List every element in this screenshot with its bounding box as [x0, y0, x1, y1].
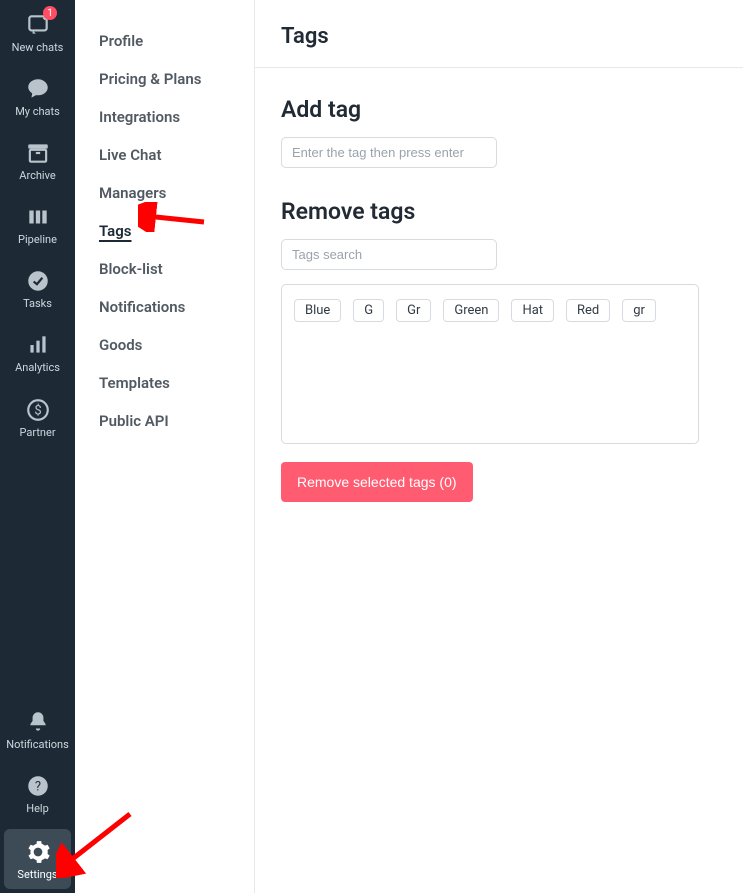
rail-label: New chats: [12, 42, 64, 54]
rail-label: Help: [26, 803, 49, 815]
rail-label: Settings: [17, 869, 57, 881]
tag-chip[interactable]: gr: [622, 299, 656, 322]
tags-container: Blue G Gr Green Hat Red gr: [281, 284, 699, 444]
submenu-item-integrations[interactable]: Integrations: [99, 98, 254, 136]
add-tag-input[interactable]: [281, 137, 497, 168]
add-tag-title: Add tag: [281, 96, 699, 123]
rail-item-pipeline[interactable]: Pipeline: [0, 192, 75, 256]
rail-item-notifications[interactable]: Notifications: [0, 697, 75, 761]
rail-label: Pipeline: [18, 234, 57, 246]
rail-item-archive[interactable]: Archive: [0, 128, 75, 192]
bell-icon: [25, 709, 51, 735]
nav-rail-bottom: Notifications ? Help Settings: [0, 697, 75, 893]
tag-chip[interactable]: Blue: [294, 299, 341, 322]
svg-text:$: $: [34, 403, 41, 418]
rail-label: Archive: [19, 170, 55, 182]
speech-bubble-icon: [25, 76, 51, 102]
remove-tags-section: Remove tags Blue G Gr Green Hat Red gr R…: [281, 198, 699, 502]
submenu-item-tags[interactable]: Tags: [99, 212, 254, 250]
rail-item-tasks[interactable]: Tasks: [0, 256, 75, 320]
submenu-item-goods[interactable]: Goods: [99, 326, 254, 364]
submenu-item-managers[interactable]: Managers: [99, 174, 254, 212]
dollar-circle-icon: $: [25, 397, 51, 423]
submenu-item-templates[interactable]: Templates: [99, 364, 254, 402]
rail-item-help[interactable]: ? Help: [0, 761, 75, 825]
gear-icon: [25, 839, 51, 865]
rail-label: Notifications: [6, 739, 69, 751]
main-content: Tags Add tag Remove tags Blue G Gr Green…: [255, 0, 743, 893]
rail-label: My chats: [15, 106, 60, 118]
archive-box-icon: [25, 140, 51, 166]
tag-chip[interactable]: Gr: [396, 299, 431, 322]
submenu-item-live-chat[interactable]: Live Chat: [99, 136, 254, 174]
rail-item-settings[interactable]: Settings: [4, 829, 71, 889]
new-chats-badge: 1: [43, 6, 57, 20]
question-circle-icon: ?: [25, 773, 51, 799]
tag-chip[interactable]: G: [353, 299, 384, 322]
rail-item-partner[interactable]: $ Partner: [0, 385, 75, 449]
rail-item-analytics[interactable]: Analytics: [0, 320, 75, 384]
settings-submenu: Profile Pricing & Plans Integrations Liv…: [75, 0, 255, 893]
tags-search-input[interactable]: [281, 239, 497, 270]
nav-rail: 1 New chats My chats Archive Pipeline: [0, 0, 75, 893]
bar-chart-icon: [25, 332, 51, 358]
tag-chip[interactable]: Green: [443, 299, 499, 322]
tag-chip[interactable]: Red: [566, 299, 610, 322]
columns-icon: [25, 204, 51, 230]
rail-item-new-chats[interactable]: 1 New chats: [0, 0, 75, 64]
svg-text:?: ?: [34, 779, 40, 794]
remove-tags-title: Remove tags: [281, 198, 699, 225]
rail-label: Analytics: [15, 362, 60, 374]
page-header: Tags: [255, 0, 743, 68]
nav-rail-top: 1 New chats My chats Archive Pipeline: [0, 0, 75, 697]
tag-chip[interactable]: Hat: [511, 299, 554, 322]
submenu-item-public-api[interactable]: Public API: [99, 402, 254, 440]
add-tag-section: Add tag: [281, 96, 699, 168]
submenu-item-profile[interactable]: Profile: [99, 22, 254, 60]
rail-label: Partner: [19, 427, 55, 439]
check-circle-icon: [25, 268, 51, 294]
submenu-item-block-list[interactable]: Block-list: [99, 250, 254, 288]
page-title: Tags: [281, 24, 717, 49]
remove-selected-button[interactable]: Remove selected tags (0): [281, 462, 473, 502]
rail-label: Tasks: [23, 298, 52, 310]
submenu-item-notifications[interactable]: Notifications: [99, 288, 254, 326]
rail-item-my-chats[interactable]: My chats: [0, 64, 75, 128]
submenu-item-pricing[interactable]: Pricing & Plans: [99, 60, 254, 98]
